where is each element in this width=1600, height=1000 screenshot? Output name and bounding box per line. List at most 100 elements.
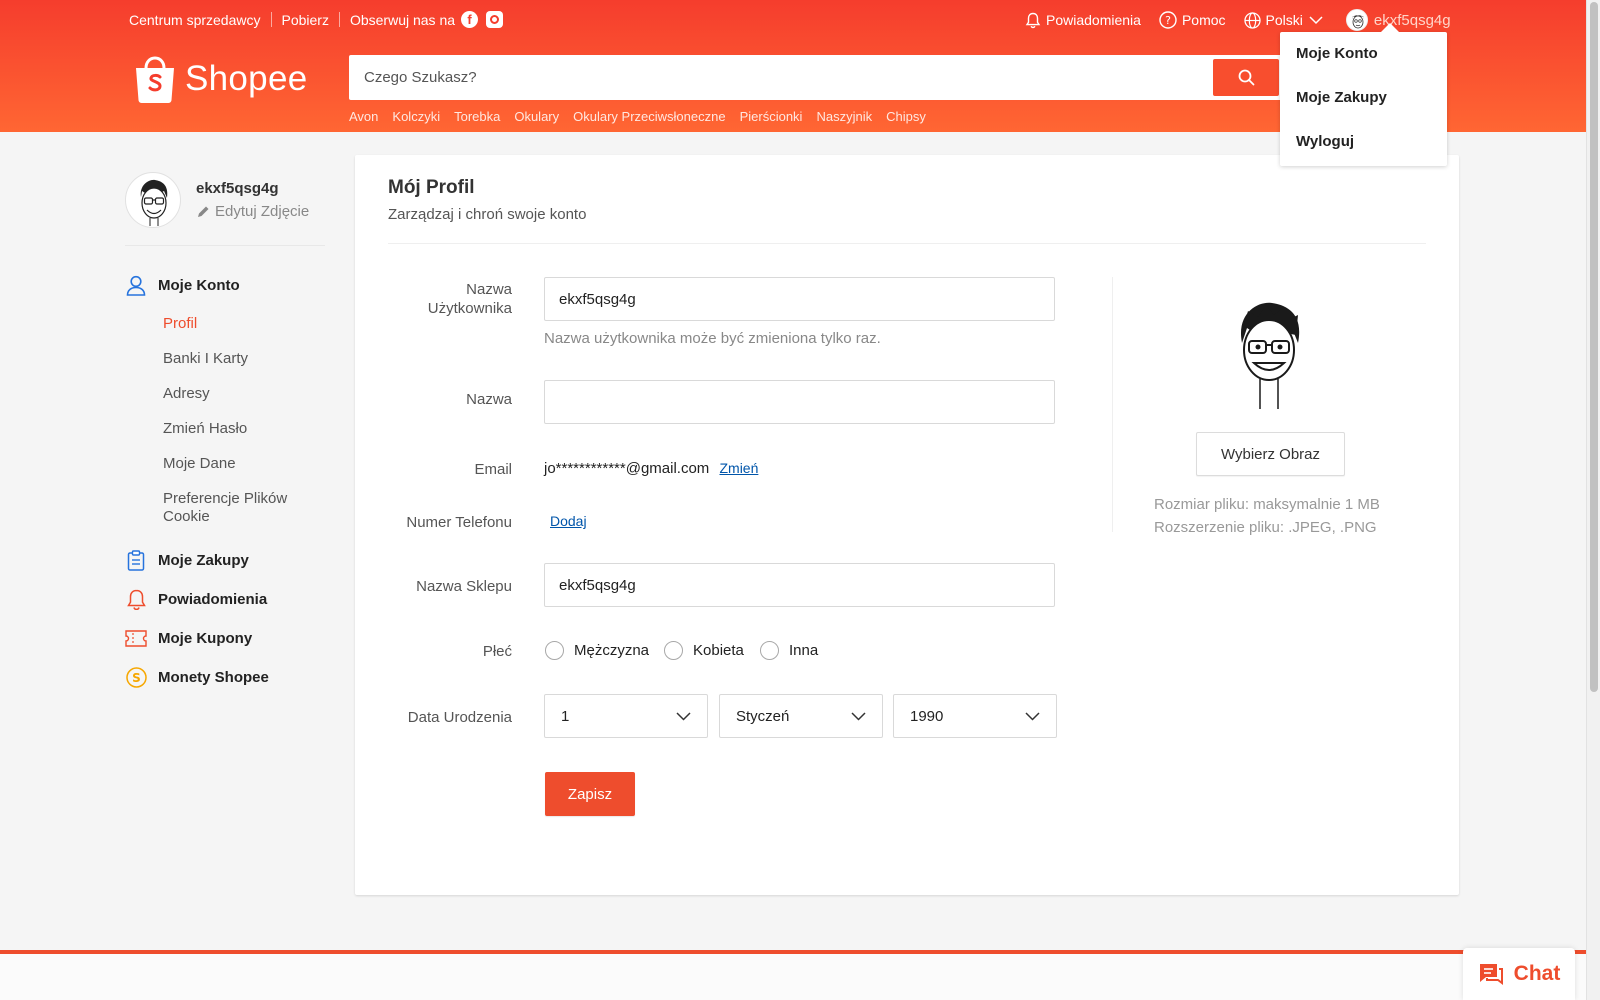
menu-item-logout[interactable]: Wyloguj: [1280, 130, 1447, 174]
add-phone-link[interactable]: Dodaj: [550, 513, 587, 529]
suggestion-link[interactable]: Okulary Przeciwsłoneczne: [573, 109, 725, 124]
bell-icon: [125, 588, 147, 610]
sidebar-item-label: Moje Zakupy: [158, 551, 249, 569]
sidebar-item-my-purchases[interactable]: Moje Zakupy: [125, 546, 325, 574]
avatar: [1345, 9, 1368, 31]
dob-year-select[interactable]: 1990: [893, 694, 1057, 738]
pencil-icon: [198, 206, 209, 217]
scrollbar-thumb[interactable]: [1590, 2, 1598, 692]
file-requirements: Rozmiar pliku: maksymalnie 1 MB Rozszerz…: [1154, 493, 1380, 539]
choose-image-button[interactable]: Wybierz Obraz: [1196, 432, 1345, 476]
dob-year-value: 1990: [910, 707, 944, 725]
search-icon: [1238, 69, 1254, 86]
shopping-bag-icon: [136, 56, 174, 103]
divider: [270, 12, 272, 27]
change-email-link[interactable]: Zmień: [719, 460, 758, 476]
notifications-link[interactable]: Powiadomienia: [1025, 12, 1141, 29]
help-link[interactable]: ? Pomoc: [1159, 11, 1226, 29]
edit-photo-label: Edytuj Zdjęcie: [215, 203, 310, 220]
footer: [0, 954, 1586, 1000]
chat-button[interactable]: Chat: [1463, 948, 1575, 1000]
email-value: jo************@gmail.com: [544, 460, 710, 477]
voucher-icon: [125, 627, 147, 649]
avatar[interactable]: [125, 172, 181, 228]
dob-day-value: 1: [561, 707, 570, 725]
dob-month-select[interactable]: Styczeń: [719, 694, 883, 738]
username-field[interactable]: [544, 277, 1055, 321]
user-dropdown-menu: Moje Konto Moje Zakupy Wyloguj: [1280, 23, 1447, 166]
dob-label: Data Urodzenia: [407, 709, 512, 726]
facebook-icon[interactable]: f: [461, 11, 479, 28]
shop-name-field[interactable]: [544, 563, 1055, 607]
sidebar-item-label: Powiadomienia: [158, 590, 268, 608]
language-selector[interactable]: Polski: [1243, 11, 1328, 29]
profile-panel: Mój Profil Zarządzaj i chroń swoje konto…: [355, 155, 1459, 895]
sidebar-item-my-account[interactable]: Moje Konto: [125, 271, 325, 299]
avatar: [1240, 302, 1300, 409]
edit-photo-link[interactable]: Edytuj Zdjęcie: [196, 203, 309, 220]
sidebar-item-profile[interactable]: Profil: [163, 307, 325, 342]
sidebar-item-addresses[interactable]: Adresy: [163, 377, 325, 412]
gender-option-label: Mężczyzna: [574, 642, 650, 659]
search-suggestions: Avon Kolczyki Torebka Okulary Okulary Pr…: [349, 109, 940, 124]
suggestion-link[interactable]: Chipsy: [886, 109, 926, 124]
dob-day-select[interactable]: 1: [544, 694, 708, 738]
sidebar-item-banks-cards[interactable]: Banki I Karty: [163, 342, 325, 377]
username-label: Nazwa Użytkownika: [427, 281, 512, 317]
sidebar-item-my-data[interactable]: Moje Dane: [163, 447, 325, 482]
divider: [338, 12, 340, 27]
divider: [125, 245, 325, 246]
follow-label: Obserwuj nas na: [349, 11, 456, 28]
sidebar: ekxf5qsg4g Edytuj Zdjęcie Moje Konto Pro…: [125, 170, 325, 691]
suggestion-link[interactable]: Avon: [349, 109, 378, 124]
clipboard-icon: [125, 549, 147, 571]
gender-option-female[interactable]: Kobieta: [664, 641, 744, 660]
divider: [1112, 277, 1113, 532]
email-label: Email: [474, 461, 512, 478]
sidebar-item-label: Monety Shopee: [158, 668, 269, 686]
suggestion-link[interactable]: Torebka: [454, 109, 500, 124]
sidebar-item-cookie-preferences[interactable]: Preferencje Plików Cookie: [163, 482, 325, 538]
radio-icon: [545, 641, 564, 660]
gender-option-other[interactable]: Inna: [760, 641, 818, 660]
chat-label: Chat: [1513, 962, 1561, 985]
chevron-down-icon: [851, 711, 866, 721]
sidebar-item-change-password[interactable]: Zmień Hasło: [163, 412, 325, 447]
email-row: jo************@gmail.com Zmień: [544, 460, 758, 477]
suggestion-link[interactable]: Kolczyki: [392, 109, 440, 124]
menu-item-my-account[interactable]: Moje Konto: [1280, 42, 1447, 86]
language-label: Polski: [1265, 12, 1303, 28]
coin-icon: S: [125, 666, 147, 688]
menu-item-my-purchases[interactable]: Moje Zakupy: [1280, 86, 1447, 130]
suggestion-link[interactable]: Okulary: [514, 109, 559, 124]
download-link[interactable]: Pobierz: [282, 12, 329, 28]
suggestion-link[interactable]: Pierścionki: [740, 109, 803, 124]
scrollbar[interactable]: [1586, 0, 1600, 1000]
chevron-down-icon: [676, 711, 691, 721]
gender-label: Płeć: [482, 643, 512, 660]
save-button[interactable]: Zapisz: [545, 772, 635, 816]
svg-text:S: S: [132, 671, 141, 685]
help-label: Pomoc: [1181, 12, 1226, 28]
sidebar-item-coupons[interactable]: Moje Kupony: [125, 624, 325, 652]
notifications-label: Powiadomienia: [1046, 12, 1141, 28]
name-field[interactable]: [544, 380, 1055, 424]
sidebar-user: ekxf5qsg4g Edytuj Zdjęcie: [125, 170, 325, 230]
sidebar-item-label: Moje Konto: [158, 276, 240, 294]
instagram-icon[interactable]: [486, 11, 504, 28]
gender-option-male[interactable]: Mężczyzna: [545, 641, 649, 660]
sidebar-item-shopee-coins[interactable]: S Monety Shopee: [125, 663, 325, 691]
chevron-down-icon: [1025, 711, 1040, 721]
chevron-down-icon: [1309, 16, 1323, 25]
chat-icon: [1479, 964, 1503, 985]
sidebar-item-label: Moje Kupony: [158, 629, 253, 647]
svg-text:?: ?: [1165, 14, 1171, 27]
search-button[interactable]: [1213, 59, 1279, 96]
search-input[interactable]: [349, 55, 1209, 100]
shopee-logo[interactable]: Shopee: [133, 54, 307, 104]
panel-header: Mój Profil Zarządzaj i chroń swoje konto: [388, 177, 1426, 244]
seller-centre-link[interactable]: Centrum sprzedawcy: [129, 12, 261, 28]
sidebar-item-notifications[interactable]: Powiadomienia: [125, 585, 325, 613]
suggestion-link[interactable]: Naszyjnik: [816, 109, 872, 124]
phone-row: Dodaj: [544, 513, 587, 530]
